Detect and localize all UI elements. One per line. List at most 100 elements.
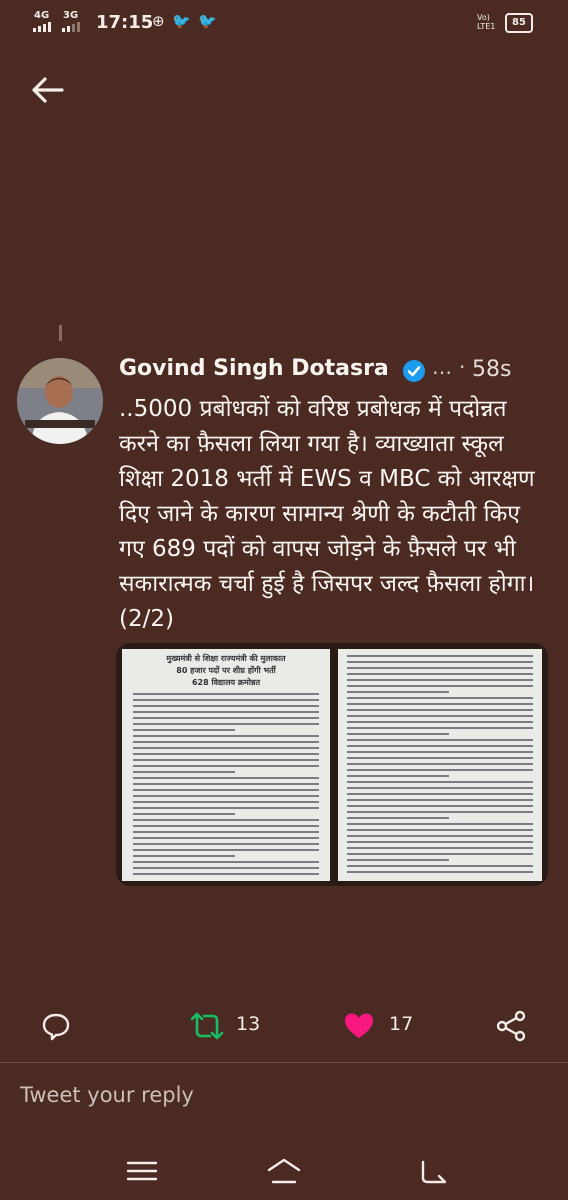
newspaper-text-line [133, 813, 236, 815]
newspaper-text-line [133, 807, 319, 809]
network-label-2: 3G [63, 10, 79, 21]
tweet[interactable]: Govind Singh Dotasra … · 58s ..5000 प्रब… [0, 338, 568, 886]
newspaper-text-line [133, 843, 319, 845]
newspaper-text-line [347, 661, 533, 663]
newspaper-text-line [133, 759, 319, 761]
reply-composer[interactable]: Tweet your reply [0, 1062, 568, 1133]
recent-apps-icon[interactable] [124, 1156, 160, 1186]
newspaper-text-line [133, 801, 319, 803]
newspaper-text-line [347, 781, 533, 783]
verified-badge-icon [403, 360, 425, 382]
newspaper-text-line [133, 699, 319, 701]
newspaper-text-line [347, 727, 533, 729]
newspaper-text-line [347, 739, 533, 741]
newspaper-text-line [347, 811, 533, 813]
signal-icon [62, 22, 80, 32]
newspaper-text-line [133, 705, 319, 707]
newspaper-text-line [133, 825, 319, 827]
retweet-button[interactable]: 13 [190, 1010, 280, 1042]
reply-button[interactable] [40, 1010, 76, 1042]
newspaper-text-line [347, 769, 533, 771]
newspaper-text-line [347, 709, 533, 711]
more-options[interactable]: … [432, 355, 452, 379]
reply-input[interactable]: Tweet your reply [20, 1083, 194, 1107]
retweet-count: 13 [236, 1013, 261, 1035]
newspaper-text-line [347, 733, 450, 735]
newspaper-text-line [133, 711, 319, 713]
network-label-1: 4G [34, 10, 50, 21]
retweet-icon [190, 1012, 224, 1040]
twitter-icon: 🐦 [198, 12, 217, 30]
newspaper-text-line [347, 829, 533, 831]
home-icon[interactable] [266, 1156, 302, 1186]
newspaper-page-right [338, 649, 542, 881]
newspaper-text-line [347, 805, 533, 807]
newspaper-text-line [347, 667, 533, 669]
newspaper-text-line [133, 789, 319, 791]
newspaper-text-line [347, 817, 450, 819]
avatar[interactable] [17, 358, 103, 444]
newspaper-text-line [133, 771, 236, 773]
tweet-media-image[interactable]: मुख्यमंत्री से शिक्षा राज्यमंत्री की मुल… [116, 643, 548, 886]
tweet-timestamp[interactable]: 58s [472, 357, 511, 382]
vpn-icon: ⊕ [152, 12, 165, 30]
newspaper-text-line [347, 865, 533, 867]
newspaper-text-line [347, 787, 533, 789]
arrow-left-icon[interactable] [28, 70, 68, 110]
like-button[interactable]: 17 [343, 1010, 433, 1042]
newspaper-text-line [133, 693, 319, 695]
share-button[interactable] [495, 1010, 529, 1042]
author-name[interactable]: Govind Singh Dotasra [119, 356, 389, 381]
reply-bubble-icon [42, 1013, 70, 1041]
newspaper-text-line [133, 717, 319, 719]
newspaper-text-line [133, 831, 319, 833]
newspaper-text-line [347, 655, 533, 657]
newspaper-text-line [347, 691, 450, 693]
signal-icon [33, 22, 51, 32]
battery-indicator: 85 [505, 13, 533, 33]
newspaper-text-line [347, 841, 533, 843]
system-nav-bar [0, 1140, 568, 1200]
back-nav-icon[interactable] [415, 1156, 451, 1186]
newspaper-text-line [133, 795, 319, 797]
like-count: 17 [389, 1013, 414, 1035]
newspaper-text-line [347, 799, 533, 801]
newspaper-text-line [347, 763, 533, 765]
newspaper-text-line [133, 849, 319, 851]
newspaper-text-line [133, 741, 319, 743]
twitter-icon: 🐦 [172, 12, 191, 30]
newspaper-page-left: मुख्यमंत्री से शिक्षा राज्यमंत्री की मुल… [122, 649, 330, 881]
newspaper-text-line [347, 673, 533, 675]
newspaper-text-line [347, 721, 533, 723]
newspaper-text-line [133, 765, 319, 767]
newspaper-text-line [347, 679, 533, 681]
newspaper-text-line [347, 757, 533, 759]
newspaper-text-line [133, 861, 319, 863]
newspaper-text-line [347, 835, 533, 837]
newspaper-text-line [133, 783, 319, 785]
newspaper-text-line [347, 871, 533, 873]
status-bar: 4G 3G 17:15 ⊕ 🐦 🐦 Vo) LTE1 85 [0, 0, 568, 46]
newspaper-text-line [347, 853, 533, 855]
newspaper-text-line [133, 819, 319, 821]
separator-dot: · [459, 355, 466, 379]
carrier-label: Vo) LTE1 [477, 13, 496, 31]
newspaper-text-line [133, 723, 319, 725]
newspaper-text-line [133, 735, 319, 737]
newspaper-text-line [133, 729, 236, 731]
newspaper-text-line [347, 751, 533, 753]
newspaper-text-line [347, 859, 450, 861]
newspaper-text-line [347, 685, 533, 687]
newspaper-text-line [347, 697, 533, 699]
newspaper-text-line [133, 855, 236, 857]
newspaper-text-line [133, 867, 319, 869]
status-time: 17:15 [96, 12, 154, 33]
newspaper-text-line [347, 775, 450, 777]
tweet-text: ..5000 प्रबोधकों को वरिष्ठ प्रबोधक में प… [119, 396, 535, 632]
heart-icon [345, 1013, 373, 1038]
newspaper-text-line [347, 823, 533, 825]
newspaper-text-line [347, 715, 533, 717]
newspaper-text-line [347, 847, 533, 849]
media-heading-1: मुख्यमंत्री से शिक्षा राज्यमंत्री की मुल… [166, 654, 286, 663]
share-icon [496, 1010, 526, 1042]
